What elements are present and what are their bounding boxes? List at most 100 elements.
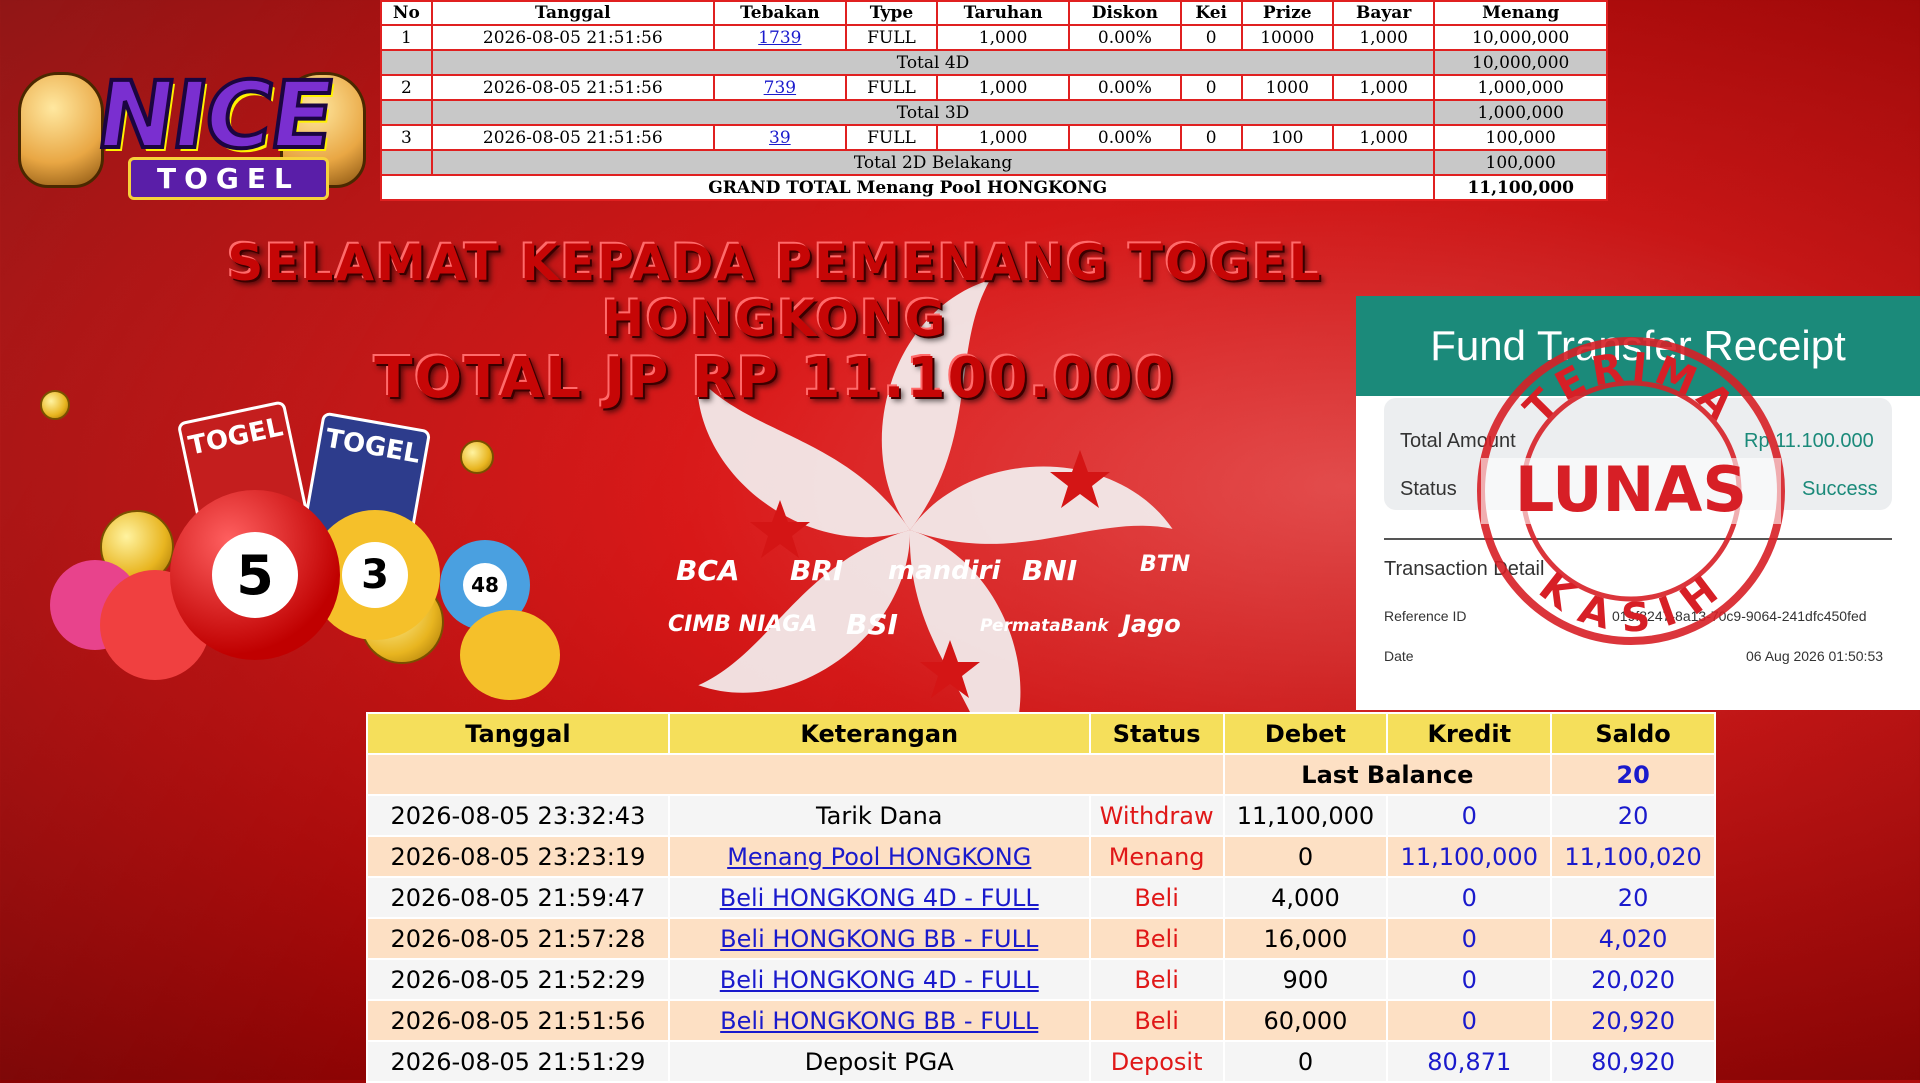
cell-menang: 100,000	[1435, 126, 1606, 149]
cell-status: Menang	[1090, 837, 1223, 876]
bank-logo-bca: BCA	[676, 554, 740, 587]
cell-empty	[382, 101, 431, 124]
tebakan-link[interactable]: 739	[764, 78, 796, 98]
col-tanggal: Tanggal	[368, 714, 668, 753]
cell-bayar: 1,000	[1333, 126, 1434, 149]
cell-kredit: 0	[1388, 796, 1551, 835]
lottery-ball-icon	[460, 610, 560, 700]
stamp-top-text: TERIMA	[1515, 344, 1740, 433]
col-saldo: Saldo	[1552, 714, 1714, 753]
cell-tanggal: 2026-08-05 21:57:28	[368, 919, 668, 958]
cell-tanggal: 2026-08-05 23:32:43	[368, 796, 668, 835]
history-row: 2026-08-05 21:57:28 Beli HONGKONG BB - F…	[368, 919, 1714, 958]
cell-kei: 0	[1181, 126, 1241, 149]
cell-keterangan: Menang Pool HONGKONG	[669, 837, 1089, 876]
total-label: Total 2D Belakang	[432, 151, 1434, 174]
cell-tanggal: 2026-08-05 21:51:56	[368, 1001, 668, 1040]
col-diskon: Diskon	[1070, 2, 1180, 24]
total-label: Total 4D	[432, 51, 1434, 74]
cell-bayar: 1,000	[1333, 76, 1434, 99]
total-value: 10,000,000	[1435, 51, 1606, 74]
transaction-history-table: Tanggal Keterangan Status Debet Kredit S…	[366, 712, 1716, 1083]
cell-keterangan: Tarik Dana	[669, 796, 1089, 835]
col-debet: Debet	[1224, 714, 1387, 753]
last-balance-label: Last Balance	[1224, 755, 1551, 794]
logo-wordmark-togel: TOGEL	[128, 157, 329, 200]
cell-status: Beli	[1090, 1001, 1223, 1040]
win-table-total-row: Total 4D 10,000,000	[382, 51, 1606, 74]
cell-saldo: 20,920	[1552, 1001, 1714, 1040]
cell-tebakan: 39	[714, 126, 845, 149]
col-kredit: Kredit	[1388, 714, 1551, 753]
cell-saldo: 20	[1552, 796, 1714, 835]
cell-kredit: 11,100,000	[1388, 837, 1551, 876]
keterangan-link[interactable]: Beli HONGKONG BB - FULL	[720, 1007, 1038, 1035]
bank-logo-bni: BNI	[1022, 554, 1078, 587]
cell-tebakan: 739	[714, 76, 845, 99]
congratulations-headline: Selamat kepada pemenang Togel Hongkong T…	[190, 235, 1360, 411]
history-row: 2026-08-05 23:23:19 Menang Pool HONGKONG…	[368, 837, 1714, 876]
grand-total-label: GRAND TOTAL Menang Pool HONGKONG	[382, 176, 1434, 199]
cell-type: FULL	[846, 76, 937, 99]
col-tebakan: Tebakan	[714, 2, 845, 24]
keterangan-link[interactable]: Beli HONGKONG 4D - FULL	[720, 966, 1039, 994]
cell-debet: 0	[1224, 1042, 1387, 1081]
cell-status: Deposit	[1090, 1042, 1223, 1081]
cell-status: Beli	[1090, 960, 1223, 999]
svg-text:TERIMA: TERIMA	[1515, 344, 1746, 433]
bank-logo-jago: Jago	[1122, 610, 1181, 638]
col-status: Status	[1090, 714, 1223, 753]
total-label: Total 3D	[432, 101, 1434, 124]
tebakan-link[interactable]: 1739	[758, 28, 801, 48]
stamp-bottom-text: KASIH	[1530, 564, 1725, 642]
bank-logo-btn: BTN	[1140, 552, 1191, 577]
cell-tanggal: 2026-08-05 21:52:29	[368, 960, 668, 999]
keterangan-link[interactable]: Beli HONGKONG BB - FULL	[720, 925, 1038, 953]
cell-tanggal: 2026-08-05 21:51:56	[432, 76, 713, 99]
cell-status: Beli	[1090, 878, 1223, 917]
grand-total-row: GRAND TOTAL Menang Pool HONGKONG 11,100,…	[382, 176, 1606, 199]
lottery-illustration: TOGEL TOGEL 48 3 5	[40, 390, 580, 700]
cell-status: Withdraw	[1090, 796, 1223, 835]
cell-status: Beli	[1090, 919, 1223, 958]
cell-keterangan: Beli HONGKONG 4D - FULL	[669, 878, 1089, 917]
logo-wordmark-nice: NICE	[88, 60, 341, 171]
grand-total-value: 11,100,000	[1435, 176, 1606, 199]
keterangan-link[interactable]: Menang Pool HONGKONG	[727, 843, 1031, 871]
reference-id-label: Reference ID	[1384, 608, 1467, 624]
cell-tanggal: 2026-08-05 21:51:29	[368, 1042, 668, 1081]
keterangan-link[interactable]: Beli HONGKONG 4D - FULL	[720, 884, 1039, 912]
cell-kei: 0	[1181, 26, 1241, 49]
history-row: 2026-08-05 21:52:29 Beli HONGKONG 4D - F…	[368, 960, 1714, 999]
cell-no: 2	[382, 76, 431, 99]
ball-number: 3	[342, 542, 408, 608]
ball-number: 5	[212, 532, 298, 618]
history-header-row: Tanggal Keterangan Status Debet Kredit S…	[368, 714, 1714, 753]
last-balance-row: Last Balance 20	[368, 755, 1714, 794]
cell-saldo: 4,020	[1552, 919, 1714, 958]
win-table-row: 1 2026-08-05 21:51:56 1739 FULL 1,000 0.…	[382, 26, 1606, 49]
total-value: 100,000	[1435, 151, 1606, 174]
cell-tanggal: 2026-08-05 23:23:19	[368, 837, 668, 876]
cell-diskon: 0.00%	[1070, 126, 1180, 149]
cell-no: 3	[382, 126, 431, 149]
terima-kasih-lunas-stamp: TERIMA KASIH LUNAS	[1477, 337, 1785, 645]
cell-kredit: 0	[1388, 919, 1551, 958]
cell-saldo: 20,020	[1552, 960, 1714, 999]
cell-debet: 0	[1224, 837, 1387, 876]
cell-kredit: 0	[1388, 1001, 1551, 1040]
win-table-row: 2 2026-08-05 21:51:56 739 FULL 1,000 0.0…	[382, 76, 1606, 99]
cell-type: FULL	[846, 126, 937, 149]
cell-taruhan: 1,000	[938, 26, 1069, 49]
date-value: 06 Aug 2026 01:50:53	[1746, 648, 1884, 664]
cell-prize: 1000	[1242, 76, 1332, 99]
cell-kredit: 0	[1388, 960, 1551, 999]
col-prize: Prize	[1242, 2, 1332, 24]
cell-keterangan: Deposit PGA	[669, 1042, 1089, 1081]
bank-logo-mandiri: mandiri	[888, 556, 1001, 586]
col-taruhan: Taruhan	[938, 2, 1069, 24]
nice-togel-logo: NICE TOGEL	[18, 52, 366, 202]
win-table-total-row: Total 2D Belakang 100,000	[382, 151, 1606, 174]
cell-prize: 10000	[1242, 26, 1332, 49]
tebakan-link[interactable]: 39	[769, 128, 791, 148]
